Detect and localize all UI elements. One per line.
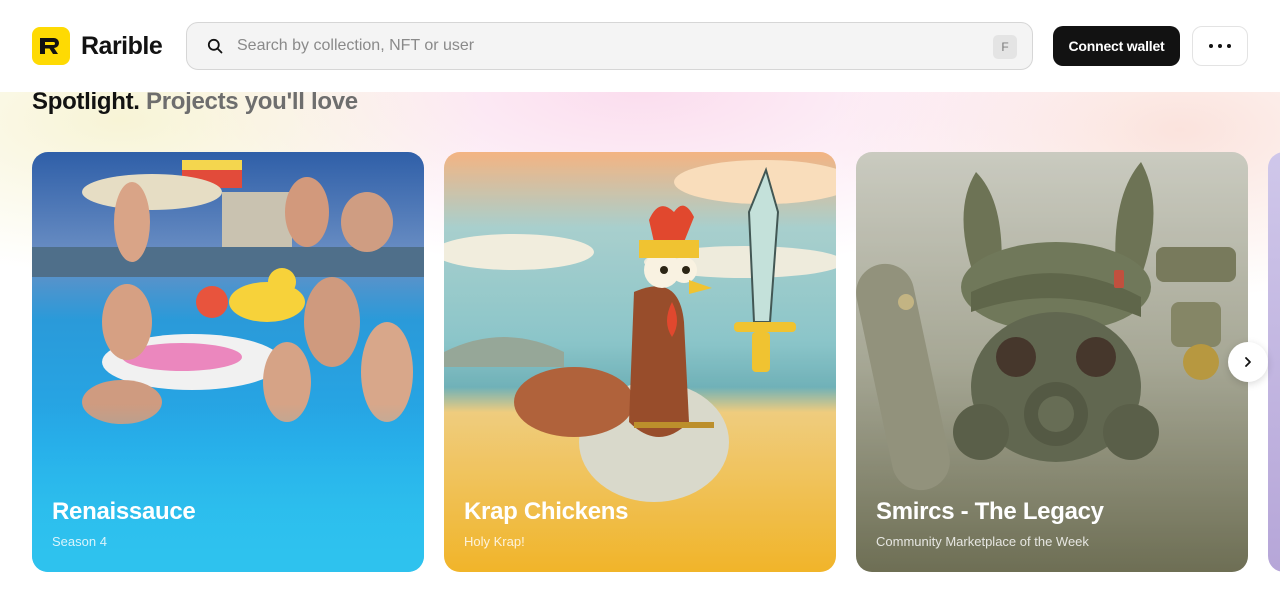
spotlight-title: Spotlight. bbox=[32, 88, 140, 115]
spotlight-card-krap-chickens[interactable]: Krap Chickens Holy Krap! bbox=[444, 152, 836, 572]
chevron-right-icon bbox=[1245, 357, 1251, 367]
search-shortcut-key: F bbox=[993, 35, 1017, 59]
card-title: Smircs - The Legacy bbox=[876, 498, 1104, 525]
top-navigation: Rarible F Connect wallet bbox=[0, 0, 1280, 92]
spotlight-card-renaissauce[interactable]: Renaissauce Season 4 bbox=[32, 152, 424, 572]
connect-wallet-button[interactable]: Connect wallet bbox=[1053, 26, 1180, 66]
search-input[interactable] bbox=[237, 23, 957, 69]
spotlight-heading: Spotlight. Projects you'll love bbox=[32, 88, 358, 116]
search-icon bbox=[207, 38, 223, 54]
card-subtitle: Season 4 bbox=[52, 534, 107, 549]
card-title: Krap Chickens bbox=[464, 498, 629, 525]
brand-name: Rarible bbox=[81, 31, 163, 60]
spotlight-subtitle: Projects you'll love bbox=[146, 88, 358, 115]
carousel-next-button[interactable] bbox=[1228, 342, 1268, 382]
rarible-logo-icon bbox=[32, 27, 70, 65]
search-bar[interactable]: F bbox=[186, 22, 1033, 70]
card-title: Renaissauce bbox=[52, 498, 196, 525]
spotlight-card-next-peek[interactable] bbox=[1268, 152, 1280, 572]
more-menu-button[interactable] bbox=[1192, 26, 1248, 66]
card-subtitle: Holy Krap! bbox=[464, 534, 525, 549]
more-icon bbox=[1209, 44, 1231, 48]
rarible-logo-link[interactable]: Rarible bbox=[32, 27, 163, 65]
spotlight-card-smircs[interactable]: Smircs - The Legacy Community Marketplac… bbox=[856, 152, 1248, 572]
card-subtitle: Community Marketplace of the Week bbox=[876, 534, 1089, 549]
